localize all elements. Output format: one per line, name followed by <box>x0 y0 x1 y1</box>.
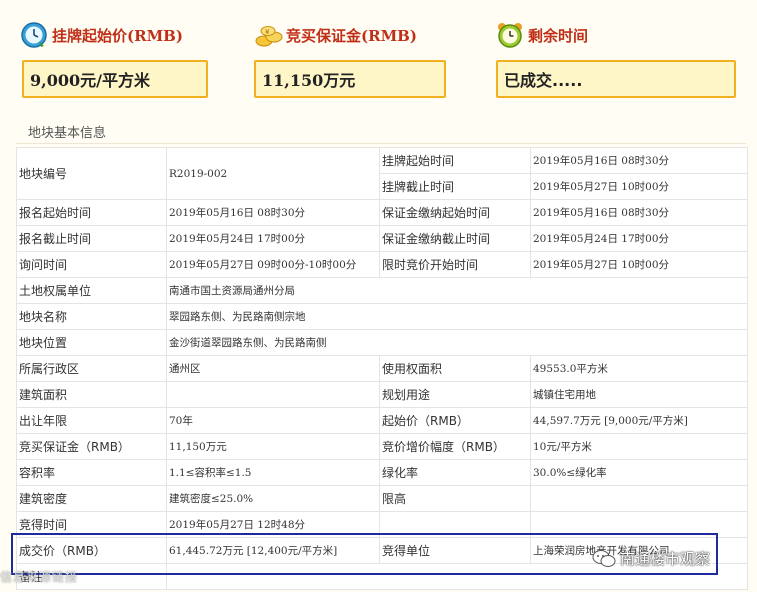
reg-start-value: 2019年05月16日 08时30分 <box>166 199 380 226</box>
table-row: 容积率 1.1≤容积率≤1.5 绿化率 30.0%≤绿化率 <box>16 459 748 486</box>
increment-value: 10元/平方米 <box>530 433 748 460</box>
table-row: 建筑面积 规划用途 城镇住宅用地 <box>16 381 748 408</box>
location-value: 金沙街道翠园路东侧、为民路南侧 <box>166 329 748 356</box>
deposit-row-value: 11,150万元 <box>166 433 380 460</box>
density-label: 建筑密度 <box>16 485 167 512</box>
density-value: 建筑密度≤25.0% <box>166 485 380 512</box>
district-label: 所属行政区 <box>16 355 167 382</box>
inquiry-label: 询问时间 <box>16 251 167 278</box>
clock-icon <box>20 21 48 49</box>
reg-end-label: 报名截止时间 <box>16 225 167 252</box>
table-row: 地块位置 金沙街道翠园路东侧、为民路南侧 <box>16 329 748 356</box>
start-price-row-value: 44,597.7万元 [9,000元/平方米] <box>530 407 748 434</box>
coins-icon: ¥ <box>254 21 283 49</box>
table-row: 询问时间 2019年05月27日 09时00分-10时00分 限时竞价开始时间 … <box>16 251 748 278</box>
deposit-label: 竞买保证金(RMB) <box>286 26 417 45</box>
remaining-value: 已成交..... <box>496 60 736 98</box>
location-label: 地块位置 <box>16 329 167 356</box>
build-area-label: 建筑面积 <box>16 381 167 408</box>
dep-end-value: 2019年05月24日 17时00分 <box>530 225 748 252</box>
table-row: 建筑密度 建筑密度≤25.0% 限高 <box>16 485 748 512</box>
deposit-row-label: 竞买保证金（RMB） <box>16 433 167 460</box>
plot-no-label: 地块编号 <box>16 147 167 200</box>
table-row: 报名截止时间 2019年05月24日 17时00分 保证金缴纳截止时间 2019… <box>16 225 748 252</box>
alarm-clock-icon <box>496 21 524 49</box>
summary-bar: 挂牌起始价(RMB) 9,000元/平方米 ¥ 竞买保证金(RMB) 11,15… <box>0 0 757 112</box>
start-price-label: 挂牌起始价(RMB) <box>52 26 183 45</box>
term-label: 出让年限 <box>16 407 167 434</box>
increment-label: 竞价增价幅度（RMB） <box>379 433 531 460</box>
build-area-value <box>166 381 380 408</box>
green-label: 绿化率 <box>379 459 531 486</box>
table-row: 出让年限 70年 起始价（RMB） 44,597.7万元 [9,000元/平方米… <box>16 407 748 434</box>
plot-no-value: R2019-002 <box>166 147 380 200</box>
area-value: 49553.0平方米 <box>530 355 748 382</box>
list-end-label: 挂牌截止时间 <box>379 173 531 200</box>
list-start-value: 2019年05月16日 08时30分 <box>530 147 748 174</box>
usage-value: 城镇住宅用地 <box>530 381 748 408</box>
area-label: 使用权面积 <box>379 355 531 382</box>
far-label: 容积率 <box>16 459 167 486</box>
remaining-header: 剩余时间 <box>496 20 588 50</box>
svg-text:¥: ¥ <box>265 28 270 36</box>
term-value: 70年 <box>166 407 380 434</box>
list-start-label: 挂牌起始时间 <box>379 147 531 174</box>
dep-start-value: 2019年05月16日 08时30分 <box>530 199 748 226</box>
table-row: 地块名称 翠园路东侧、为民路南侧宗地 <box>16 303 748 330</box>
section-divider <box>16 143 746 144</box>
source-link-text[interactable]: 信息来源链接 <box>0 568 78 585</box>
watermark: 南通楼市观察 <box>592 548 710 569</box>
table-row: 所属行政区 通州区 使用权面积 49553.0平方米 <box>16 355 748 382</box>
bid-start-value: 2019年05月27日 10时00分 <box>530 251 748 278</box>
owner-label: 土地权属单位 <box>16 277 167 304</box>
height-value <box>530 485 748 512</box>
reg-end-value: 2019年05月24日 17时00分 <box>166 225 380 252</box>
plot-info-table: 地块编号 R2019-002 挂牌起始时间 2019年05月16日 08时30分… <box>16 147 748 590</box>
section-title: 地块基本信息 <box>28 126 107 141</box>
usage-label: 规划用途 <box>379 381 531 408</box>
start-price-value: 9,000元/平方米 <box>22 60 208 98</box>
inquiry-value: 2019年05月27日 09时00分-10时00分 <box>166 251 380 278</box>
reg-start-label: 报名起始时间 <box>16 199 167 226</box>
table-row: 土地权属单位 南通市国土资源局通州分局 <box>16 277 748 304</box>
start-price-row-label: 起始价（RMB） <box>379 407 531 434</box>
deposit-value: 11,150万元 <box>254 60 446 98</box>
height-label: 限高 <box>379 485 531 512</box>
dep-start-label: 保证金缴纳起始时间 <box>379 199 531 226</box>
owner-value: 南通市国土资源局通州分局 <box>166 277 748 304</box>
wechat-icon <box>592 549 616 569</box>
district-value: 通州区 <box>166 355 380 382</box>
name-value: 翠园路东侧、为民路南侧宗地 <box>166 303 748 330</box>
watermark-text: 南通楼市观察 <box>620 550 711 568</box>
bid-start-label: 限时竞价开始时间 <box>379 251 531 278</box>
deposit-header: ¥ 竞买保证金(RMB) <box>254 20 417 50</box>
far-value: 1.1≤容积率≤1.5 <box>166 459 380 486</box>
table-row: 竞买保证金（RMB） 11,150万元 竞价增价幅度（RMB） 10元/平方米 <box>16 433 748 460</box>
remaining-label: 剩余时间 <box>528 26 589 45</box>
table-row: 地块编号 R2019-002 挂牌起始时间 2019年05月16日 08时30分 <box>16 147 748 200</box>
dep-end-label: 保证金缴纳截止时间 <box>379 225 531 252</box>
list-end-value: 2019年05月27日 10时00分 <box>530 173 748 200</box>
green-value: 30.0%≤绿化率 <box>530 459 748 486</box>
start-price-header: 挂牌起始价(RMB) <box>20 20 183 50</box>
table-row: 报名起始时间 2019年05月16日 08时30分 保证金缴纳起始时间 2019… <box>16 199 748 226</box>
name-label: 地块名称 <box>16 303 167 330</box>
